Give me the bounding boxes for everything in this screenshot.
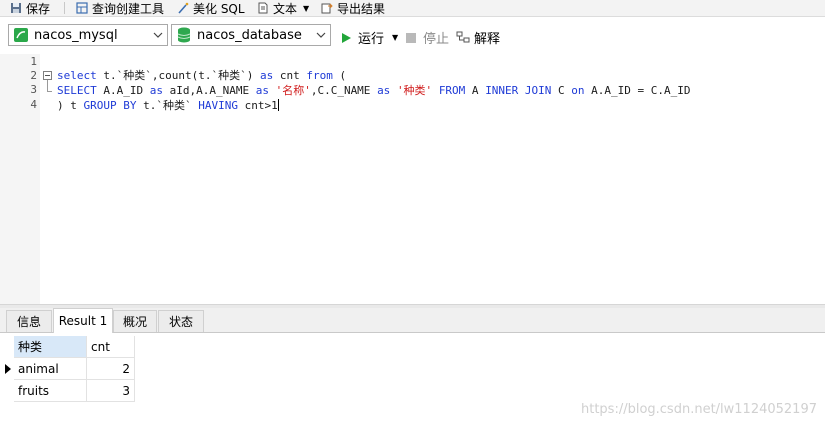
- magic-wand-icon: [178, 2, 189, 14]
- column-header-cnt[interactable]: cnt: [87, 336, 135, 358]
- chevron-down-icon: ▼: [392, 33, 399, 42]
- tab-result-1[interactable]: Result 1: [53, 308, 113, 333]
- line-number: 3: [30, 83, 37, 96]
- beautify-sql-label: 美化 SQL: [193, 1, 245, 16]
- tab-overview[interactable]: 概况: [113, 310, 157, 332]
- result-tabs: 信息 Result 1 概况 状态: [0, 308, 825, 333]
- save-button[interactable]: 保存: [10, 0, 50, 16]
- explain-button[interactable]: 解释: [456, 28, 500, 47]
- text-label: 文本: [273, 1, 298, 16]
- code-line-4: ) t GROUP BY t.`种类` HAVING cnt>1: [57, 99, 279, 112]
- chevron-down-icon: ▼: [303, 3, 310, 13]
- line-number-gutter: 1 2 3 4: [0, 54, 40, 304]
- export-results-label: 导出结果: [337, 1, 386, 16]
- text-button[interactable]: 文本 ▼: [257, 0, 309, 16]
- chevron-down-icon: [153, 32, 163, 38]
- fold-toggle-icon[interactable]: [43, 71, 52, 80]
- export-results-button[interactable]: 导出结果: [321, 0, 385, 16]
- chevron-down-icon: [316, 32, 326, 38]
- column-header-category[interactable]: 种类: [14, 336, 87, 358]
- text-cursor: [277, 99, 279, 111]
- query-builder-label: 查询创建工具: [92, 1, 165, 16]
- stop-button[interactable]: 停止: [405, 28, 449, 47]
- document-icon: [258, 2, 268, 14]
- export-icon: [321, 3, 333, 14]
- connection-value: nacos_mysql: [34, 27, 118, 43]
- save-icon: [11, 3, 21, 13]
- run-button[interactable]: 运行 ▼: [340, 28, 398, 47]
- current-row-indicator-icon: [5, 364, 11, 374]
- mysql-connection-icon: [14, 28, 28, 42]
- explain-icon: [456, 31, 470, 43]
- fold-guide: [47, 80, 48, 91]
- query-builder-icon: [76, 2, 88, 14]
- fold-guide-end: [47, 91, 52, 92]
- beautify-sql-button[interactable]: 美化 SQL: [177, 0, 245, 16]
- database-select[interactable]: nacos_database: [171, 24, 331, 46]
- main-toolbar: 保存 查询创建工具 美化 SQL 文本 ▼ 导出结果: [0, 0, 825, 17]
- run-label: 运行: [358, 32, 385, 47]
- connection-toolbar: nacos_mysql nacos_database 运行 ▼ 停止 解释: [0, 22, 825, 52]
- explain-label: 解释: [474, 32, 501, 47]
- line-number: 1: [30, 55, 37, 68]
- toolbar-divider: [64, 2, 65, 14]
- stop-icon: [406, 32, 416, 43]
- code-line-3: SELECT A.A_ID as aId,A.A_NAME as '名称',C.…: [57, 84, 691, 97]
- tab-status[interactable]: 状态: [158, 310, 204, 332]
- play-icon: [342, 32, 351, 43]
- code-line-2: select t.`种类`,count(t.`种类`) as cnt from …: [57, 69, 347, 82]
- table-cell[interactable]: 2: [87, 358, 135, 380]
- watermark: https://blog.csdn.net/lw1124052197: [580, 402, 817, 417]
- query-builder-button[interactable]: 查询创建工具: [76, 0, 164, 16]
- save-label: 保存: [26, 1, 51, 16]
- database-value: nacos_database: [197, 27, 302, 43]
- table-cell[interactable]: fruits: [14, 380, 87, 402]
- table-cell[interactable]: animal: [14, 358, 87, 380]
- database-icon: [177, 27, 191, 43]
- table-cell[interactable]: 3: [87, 380, 135, 402]
- line-number: 4: [30, 98, 37, 111]
- stop-label: 停止: [423, 32, 450, 47]
- line-number: 2: [30, 69, 37, 82]
- sql-editor[interactable]: 1 2 3 4 select t.`种类`,count(t.`种类`) as c…: [0, 54, 825, 304]
- tab-info[interactable]: 信息: [6, 310, 52, 332]
- connection-select[interactable]: nacos_mysql: [8, 24, 168, 46]
